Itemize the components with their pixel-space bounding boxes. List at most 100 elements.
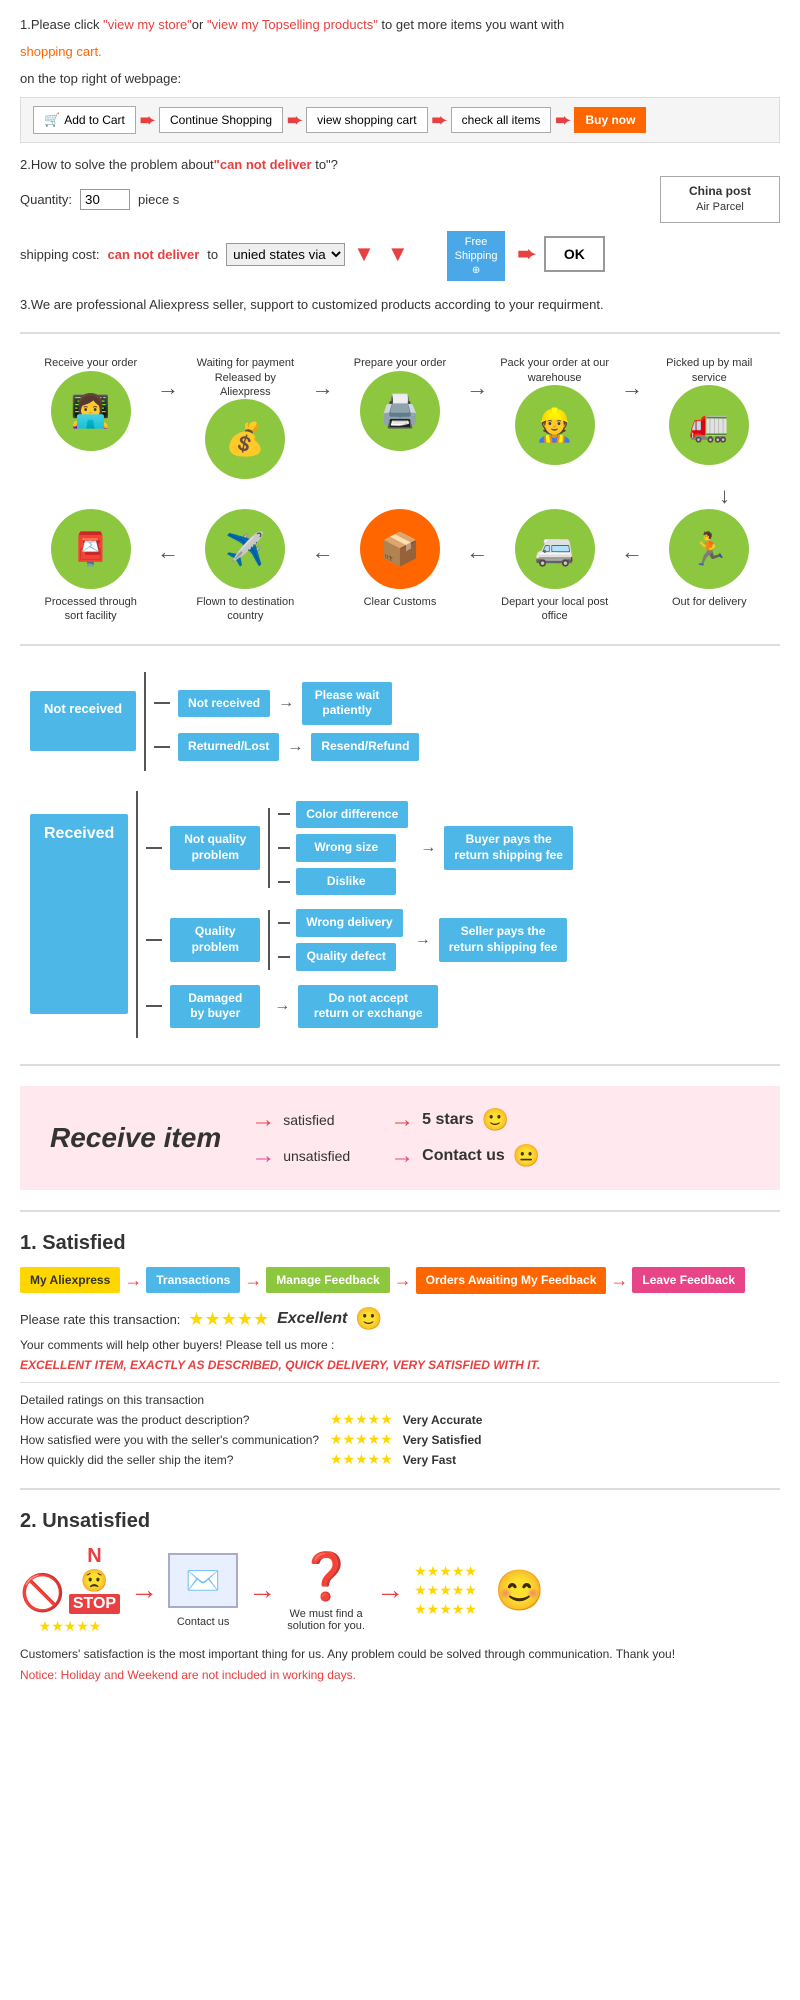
rating-value-1: Very Satisfied <box>403 1433 482 1447</box>
unsatisfied-heading: 2. Unsatisfied <box>20 1510 780 1533</box>
continue-shopping-btn[interactable]: Continue Shopping <box>159 107 283 133</box>
runner-icon: 🏃 <box>689 530 729 568</box>
section1-text: 1.Please click "view my store"or "view m… <box>20 15 780 36</box>
process-section: Receive your order 👩‍💻 → Waiting for pay… <box>20 350 780 623</box>
view-cart-btn[interactable]: view shopping cart <box>306 107 427 133</box>
check-items-btn[interactable]: check all items <box>451 107 552 133</box>
result-stars-2: ★★★★★ <box>414 1582 477 1599</box>
stars-item: ★★★★★ ★★★★★ ★★★★★ <box>414 1563 477 1618</box>
arrow-p3: → <box>466 375 488 401</box>
process-item-3: Pack your order at our warehouse 👷 <box>500 350 610 465</box>
smiley-worry: 😟 <box>81 1568 108 1594</box>
steps-bar: My Aliexpress → Transactions → Manage Fe… <box>20 1267 780 1295</box>
china-post-title: China post <box>689 183 751 200</box>
rating-value-2: Very Fast <box>403 1453 456 1467</box>
excellent-comment: EXCELLENT ITEM, EXACTLY AS DESCRIBED, QU… <box>20 1358 780 1372</box>
process-item-2: Prepare your order 🖨️ <box>345 350 455 450</box>
step-arrow1: → <box>124 1270 142 1291</box>
satisfied-text: satisfied <box>283 1112 334 1128</box>
result-stars-3: ★★★★★ <box>414 1601 477 1618</box>
process-label-4: Picked up by mail service <box>654 356 764 385</box>
unsat-stars-group: ★★★★★ <box>39 1618 102 1635</box>
section2: 2.How to solve the problem about"can not… <box>20 157 780 281</box>
five-stars-text: 5 stars <box>422 1111 474 1129</box>
divider3 <box>20 1064 780 1066</box>
satisfied-section: 1. Satisfied My Aliexpress → Transaction… <box>20 1232 780 1469</box>
question-item: ❓ We must find a solution for you. <box>286 1549 366 1632</box>
process-label-1: Waiting for payment Released by Aliexpre… <box>190 356 300 399</box>
email-icon: ✉️ <box>186 1564 221 1597</box>
china-post-box: China post Air Parcel <box>660 176 780 222</box>
rating-label-0: How accurate was the product description… <box>20 1413 320 1427</box>
question-mark-icon: ❓ <box>297 1549 354 1604</box>
divider5 <box>20 1488 780 1490</box>
stop-sign-icon: STOP <box>69 1594 120 1614</box>
step-manage-feedback[interactable]: Manage Feedback <box>266 1267 389 1293</box>
rating-value-0: Very Accurate <box>403 1413 483 1427</box>
rating-row-0: How accurate was the product description… <box>20 1411 780 1428</box>
ok-button[interactable]: OK <box>544 236 605 272</box>
shipping-arrow2: ▼ <box>387 241 409 267</box>
process-icon-r1: 🚐 <box>515 509 595 589</box>
shopping-steps: Add to Cart ➨ Continue Shopping ➨ view s… <box>20 97 780 143</box>
rate-label: Please rate this transaction: <box>20 1312 180 1327</box>
process-item-r4: 📮 Processed through sort facility <box>36 509 146 624</box>
notice-text: Customers' satisfaction is the most impo… <box>20 1645 780 1664</box>
quantity-row: Quantity: piece s China post Air Parcel <box>20 176 780 222</box>
process-label-r1: Depart your local post office <box>500 595 610 624</box>
step-transactions[interactable]: Transactions <box>146 1267 240 1293</box>
process-item-r1: 🚐 Depart your local post office <box>500 509 610 624</box>
section1-intro: 1.Please click <box>20 17 103 32</box>
happy-smiley: 🙂 <box>482 1107 509 1133</box>
step-leave-feedback[interactable]: Leave Feedback <box>632 1267 745 1293</box>
section1: 1.Please click "view my store"or "view m… <box>20 15 780 143</box>
unsat-arrow1: → <box>130 1574 158 1606</box>
rate-smiley: 🙂 <box>355 1306 382 1332</box>
process-icon-r0: 🏃 <box>669 509 749 589</box>
arrow4: ➨ <box>555 110 570 131</box>
arrow-p2: → <box>312 375 334 401</box>
rating-stars: ★★★★★ <box>188 1309 269 1330</box>
process-item-r3: ✈️ Flown to destination country <box>190 509 300 624</box>
buy-now-btn[interactable]: Buy now <box>574 107 646 133</box>
comment-text: Your comments will help other buyers! Pl… <box>20 1338 780 1352</box>
received-main: Received <box>30 814 128 1014</box>
shipping-select[interactable]: unied states via <box>226 243 345 266</box>
five-stars-arrow: → <box>390 1106 414 1134</box>
process-item-r0: 🏃 Out for delivery <box>654 509 764 609</box>
letter-n-icon: N <box>87 1545 101 1568</box>
rating-label-2: How quickly did the seller ship the item… <box>20 1453 320 1467</box>
free-shipping-badge: FreeShipping⊕ <box>447 231 506 282</box>
result-stars-group: ★★★★★ ★★★★★ ★★★★★ <box>414 1563 477 1618</box>
view-store-link[interactable]: "view my store" <box>103 17 192 32</box>
rating-row-2: How quickly did the seller ship the item… <box>20 1451 780 1468</box>
divider1 <box>20 332 780 334</box>
process-item-4: Picked up by mail service 🚛 <box>654 350 764 465</box>
satisfied-heading: 1. Satisfied <box>20 1232 780 1255</box>
process-icon-4: 🚛 <box>669 385 749 465</box>
email-item: ✉️ Contact us <box>168 1553 238 1628</box>
add-to-cart-btn[interactable]: Add to Cart <box>33 106 136 134</box>
unsat-flow: 🚫 N 😟 STOP ★★★★★ → ✉️ Contact us <box>20 1545 780 1635</box>
process-icon-1: 💰 <box>205 399 285 479</box>
arrow1: ➨ <box>140 110 155 131</box>
not-quality-box: Not quality problem <box>170 826 260 869</box>
rating-stars-0: ★★★★★ <box>330 1411 393 1428</box>
shipping-arrow1: ▼ <box>353 241 375 267</box>
arrow-r1: ← <box>621 539 643 565</box>
truck-icon: 🚛 <box>689 406 729 444</box>
process-item-0: Receive your order 👩‍💻 <box>36 350 146 450</box>
step-orders-awaiting[interactable]: Orders Awaiting My Feedback <box>416 1267 607 1295</box>
unsat-stop-item: 🚫 N 😟 STOP ★★★★★ <box>20 1545 120 1635</box>
notice-red: Notice: Holiday and Weekend are not incl… <box>20 1668 780 1682</box>
rating-label-1: How satisfied were you with the seller's… <box>20 1433 320 1447</box>
quantity-input[interactable] <box>80 189 130 210</box>
view-topselling-link[interactable]: "view my Topselling products" <box>207 17 378 32</box>
stars-row1: ★★★★★ <box>39 1618 102 1635</box>
process-label-r3: Flown to destination country <box>190 595 300 624</box>
divider2 <box>20 644 780 646</box>
dislike: Dislike <box>296 868 396 896</box>
step-my-aliexpress[interactable]: My Aliexpress <box>20 1267 120 1293</box>
down-arrow: ↓ <box>20 483 730 509</box>
ratings-table: Detailed ratings on this transaction How… <box>20 1393 780 1468</box>
